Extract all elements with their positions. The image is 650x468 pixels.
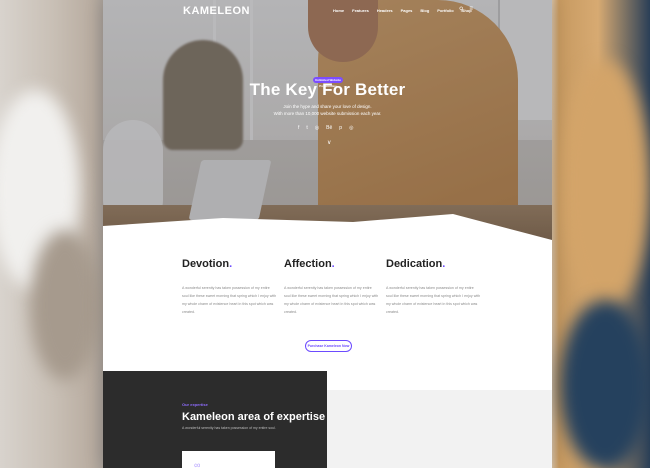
feature-devotion: Devotion. A wonderful serenity has taken…	[182, 258, 277, 314]
menu-icon[interactable]: ≡	[469, 6, 473, 13]
logo[interactable]: KAMELEON	[183, 5, 250, 17]
purchase-button[interactable]: Purchase Kameleon Now	[305, 340, 352, 352]
feature-dedication: Dedication. A wonderful serenity has tak…	[386, 258, 481, 314]
top-navigation: KAMELEON Home Features Headers Pages Blo…	[103, 5, 552, 19]
pinterest-icon[interactable]: p	[339, 125, 342, 131]
nav-link-features[interactable]: Features	[352, 8, 369, 13]
hero-wave-divider	[103, 214, 552, 244]
nav-link-home[interactable]: Home	[333, 8, 344, 13]
glasses-icon: ∞	[194, 460, 201, 468]
dribbble-icon[interactable]: ◎	[315, 125, 319, 131]
hero-section: KAMELEON Home Features Headers Pages Blo…	[103, 0, 552, 242]
behance-icon[interactable]: Bē	[326, 125, 332, 131]
nav-link-blog[interactable]: Blog	[420, 8, 429, 13]
lower-section-background	[327, 390, 552, 468]
feature-affection: Affection. A wonderful serenity has take…	[284, 258, 379, 314]
hero-title: The Key For Better	[249, 80, 406, 99]
feature-text: A wonderful serenity has taken possessio…	[284, 286, 379, 314]
feature-title: Dedication	[386, 258, 443, 270]
facebook-icon[interactable]: f	[298, 125, 299, 131]
expertise-subtitle: A wonderful serenity has taken possessio…	[182, 426, 276, 430]
social-links: f t ◎ Bē p ◎	[298, 125, 353, 131]
hero-subtitle-line1: Join the hype and share your love of des…	[283, 104, 372, 109]
hero-subtitle-line2: With more than 10,000 website submission…	[273, 111, 382, 116]
feature-title: Devotion	[182, 258, 230, 270]
expertise-kicker: Our expertise	[182, 402, 208, 407]
website-preview: KAMELEON Home Features Headers Pages Blo…	[103, 0, 552, 468]
nav-link-headers[interactable]: Headers	[377, 8, 393, 13]
twitter-icon[interactable]: t	[306, 125, 307, 131]
search-icon[interactable]: ⚲	[459, 6, 463, 13]
feature-text: A wonderful serenity has taken possessio…	[386, 286, 481, 314]
expertise-card: ∞	[182, 451, 275, 468]
instagram-icon[interactable]: ◎	[349, 125, 353, 131]
feature-text: A wonderful serenity has taken possessio…	[182, 286, 277, 314]
expertise-section: Our expertise Kameleon area of expertise…	[103, 371, 327, 468]
nav-links: Home Features Headers Pages Blog Portfol…	[333, 8, 472, 13]
scroll-down-icon[interactable]: ∨	[327, 139, 331, 146]
nav-link-pages[interactable]: Pages	[401, 8, 413, 13]
feature-title: Affection	[284, 258, 332, 270]
expertise-title: Kameleon area of expertise	[182, 411, 326, 423]
nav-link-portfolio[interactable]: Portfolio	[437, 8, 453, 13]
